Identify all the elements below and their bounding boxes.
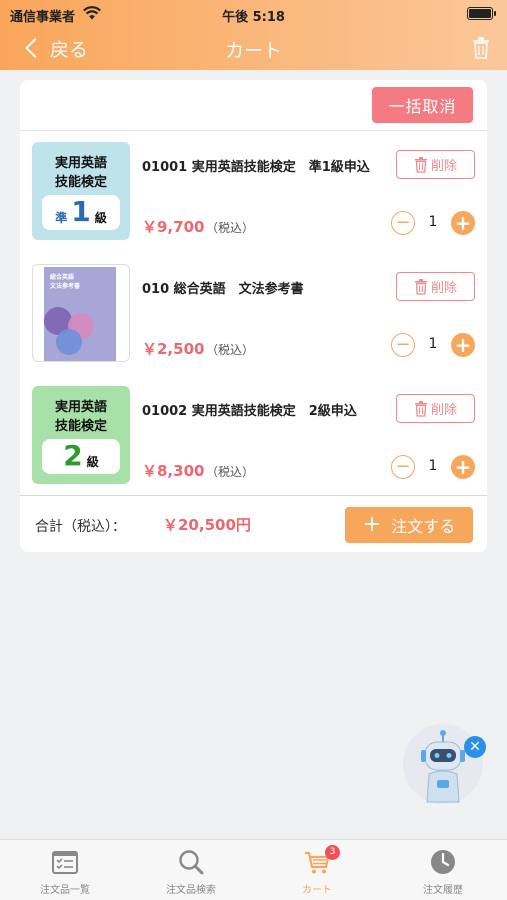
divider	[20, 130, 487, 131]
quantity: 1	[428, 336, 438, 352]
grade-suffix: 級	[86, 455, 99, 469]
item-title: 01002 実用英語技能検定 2級申込	[142, 404, 357, 419]
bulk-cancel-button[interactable]: 一括取消	[372, 87, 473, 123]
order-button[interactable]: + 注文する	[345, 507, 473, 543]
tab-label: カート	[302, 885, 332, 896]
list-icon	[52, 851, 78, 874]
delete-label: 削除	[430, 281, 457, 296]
tax-label: （税込）	[206, 465, 255, 479]
plus-icon: +	[362, 512, 382, 537]
close-icon[interactable]: ✕	[464, 736, 486, 758]
header: 通信事業者 午後 5:18 戻る カート	[0, 0, 507, 70]
cart-card: 一括取消 実用英語 技能検定 準 1 級 01001 実用英語技能検定 準1級申…	[20, 80, 487, 552]
item-title: 01001 実用英語技能検定 準1級申込	[142, 160, 370, 175]
minus-icon[interactable]: −	[391, 333, 415, 357]
item-thumbnail: 総合英語 文法参考書	[32, 264, 130, 362]
thumb-title-line2: 技能検定	[54, 175, 107, 190]
item-thumbnail: 実用英語 技能検定 準 1 級	[32, 142, 130, 240]
grade-suffix: 級	[94, 211, 107, 225]
delete-button[interactable]: 削除	[396, 150, 475, 179]
plus-icon[interactable]: +	[451, 455, 475, 479]
grade-number: 1	[71, 195, 91, 228]
cart-item: 実用英語 技能検定 準 1 級 01001 実用英語技能検定 準1級申込 削除 …	[20, 132, 487, 242]
delete-button[interactable]: 削除	[396, 394, 475, 423]
quantity: 1	[428, 458, 438, 474]
tab-label: 注文品検索	[166, 885, 216, 896]
grade-prefix: 準	[55, 211, 68, 225]
plus-icon[interactable]: +	[451, 211, 475, 235]
tax-label: （税込）	[206, 221, 255, 235]
book-title-line1: 総合英語	[50, 274, 75, 281]
trash-icon	[414, 278, 427, 295]
minus-icon[interactable]: −	[391, 455, 415, 479]
status-bar: 通信事業者 午後 5:18	[0, 0, 507, 28]
clock: 午後 5:18	[222, 10, 285, 25]
total-label: 合計（税込）：	[35, 519, 126, 535]
thumb-title-line1: 実用英語	[54, 156, 107, 171]
thumb-title-line1: 実用英語	[54, 400, 107, 415]
search-icon	[179, 850, 204, 875]
book-title-line2: 文法参考書	[50, 283, 81, 290]
trash-icon[interactable]	[471, 36, 491, 60]
item-thumbnail: 実用英語 技能検定 2 級	[32, 386, 130, 484]
tab-order-history[interactable]: 注文履歴	[380, 840, 506, 900]
tab-cart[interactable]: 3 カート	[254, 840, 380, 900]
tax-label: （税込）	[206, 343, 255, 357]
delete-label: 削除	[430, 403, 457, 418]
divider	[20, 495, 487, 496]
cart-badge: 3	[325, 845, 340, 860]
item-price: ￥9,700	[142, 218, 205, 236]
delete-button[interactable]: 削除	[396, 272, 475, 301]
grade-number: 2	[63, 439, 83, 472]
clock-icon	[431, 850, 455, 874]
tab-order-list[interactable]: 注文品一覧	[2, 840, 128, 900]
page-title: カート	[224, 40, 282, 62]
order-label: 注文する	[391, 517, 456, 536]
item-title: 010 総合英語 文法参考書	[142, 282, 304, 297]
trash-icon	[414, 400, 427, 417]
trash-icon	[414, 156, 427, 173]
item-price: ￥2,500	[142, 340, 205, 358]
book-cover-image: 総合英語 文法参考書	[44, 267, 116, 361]
minus-icon[interactable]: −	[391, 211, 415, 235]
delete-label: 削除	[430, 159, 457, 174]
tab-label: 注文品一覧	[40, 885, 90, 896]
plus-icon[interactable]: +	[451, 333, 475, 357]
cart-item: 総合英語 文法参考書 010 総合英語 文法参考書 削除 ￥2,500 （税込）…	[20, 254, 487, 364]
battery-icon	[467, 7, 496, 20]
tab-label: 注文履歴	[423, 885, 463, 896]
total-value: ￥20,500円	[163, 516, 251, 534]
thumb-title-line2: 技能検定	[54, 419, 107, 434]
tab-order-search[interactable]: 注文品検索	[128, 840, 254, 900]
quantity: 1	[428, 214, 438, 230]
tab-bar: 注文品一覧 注文品検索 3 カート 注文履歴	[0, 839, 507, 900]
item-price: ￥8,300	[142, 462, 205, 480]
cart-item: 実用英語 技能検定 2 級 01002 実用英語技能検定 2級申込 削除 ￥8,…	[20, 376, 487, 486]
